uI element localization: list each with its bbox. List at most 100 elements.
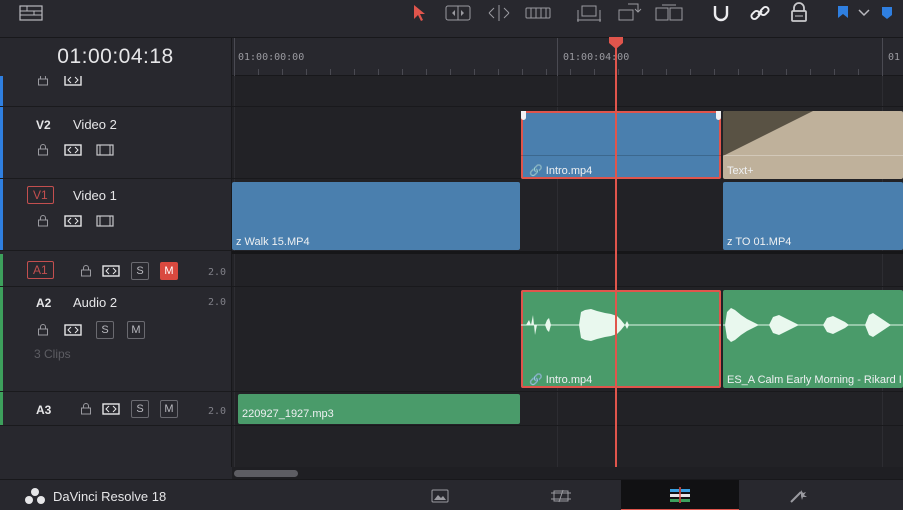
- disable-video-track-icon[interactable]: [96, 142, 114, 158]
- link-icon: 🔗: [529, 374, 543, 386]
- trim-handle-right[interactable]: [716, 111, 721, 120]
- track-header-v2[interactable]: V2 Video 2: [0, 107, 231, 179]
- timecode-display[interactable]: 01:00:04:18: [0, 38, 232, 76]
- solo-button[interactable]: S: [96, 321, 114, 339]
- playhead-handle-icon[interactable]: [608, 36, 624, 50]
- track-name[interactable]: Audio 2: [73, 295, 117, 310]
- video-clip-to[interactable]: z TO 01.MP4: [723, 182, 903, 250]
- trim-handle-left[interactable]: [521, 111, 526, 120]
- horizontal-scrollbar[interactable]: [232, 467, 903, 479]
- linked-selection-icon[interactable]: [749, 0, 771, 26]
- mute-button[interactable]: M: [127, 321, 145, 339]
- clip-name: Intro.mp4: [545, 374, 593, 386]
- track-color-strip: [0, 287, 3, 391]
- dynamic-trim-icon[interactable]: [485, 0, 513, 26]
- scroll-corner: [0, 467, 232, 479]
- cut-page-tab[interactable]: [502, 480, 620, 510]
- ruler-minor-tick: [810, 69, 811, 75]
- snapping-icon[interactable]: [710, 0, 732, 26]
- ruler-label: 01:00:04:00: [563, 52, 630, 63]
- overwrite-clip-icon[interactable]: [616, 0, 642, 26]
- replace-clip-icon[interactable]: [654, 0, 684, 26]
- timeline-ruler[interactable]: 01:00:00:00 01:00:04:00 01: [232, 38, 903, 76]
- ruler-minor-tick: [618, 69, 619, 75]
- audio-clip-220927[interactable]: 220927_1927.mp3: [238, 394, 520, 424]
- source-destination-v1[interactable]: V1: [27, 186, 54, 204]
- ruler-minor-tick: [282, 69, 283, 75]
- ruler-minor-tick: [354, 69, 355, 75]
- solo-button[interactable]: S: [131, 262, 149, 280]
- lock-icon[interactable]: [77, 401, 95, 417]
- ruler-minor-tick: [474, 69, 475, 75]
- fusion-page-tab[interactable]: [740, 480, 858, 510]
- lock-icon[interactable]: [77, 263, 95, 279]
- ruler-minor-tick: [642, 69, 643, 75]
- ruler-minor-tick: [306, 69, 307, 75]
- flag-icon[interactable]: [836, 0, 850, 26]
- track-header-a3[interactable]: A3 S M 2.0: [0, 392, 231, 426]
- edit-page-tab[interactable]: [621, 480, 739, 510]
- lock-icon[interactable]: [34, 213, 52, 229]
- fusion-icon: [790, 489, 807, 503]
- title-clip-text[interactable]: Text+: [723, 111, 903, 179]
- track-header-v1[interactable]: V1 Video 1: [0, 179, 231, 251]
- timeline-tracks[interactable]: 🔗 Intro.mp4 Text+ z Walk 15.MP4 z TO 01.…: [232, 76, 903, 467]
- auto-track-select-icon[interactable]: [64, 322, 82, 338]
- timeline-view-icon[interactable]: [18, 0, 44, 26]
- blade-tool-icon[interactable]: [525, 0, 551, 26]
- auto-track-select-icon[interactable]: [64, 142, 82, 158]
- track-headers: V2 Video 2 V1 Video 1 A1 S M 2.0 A2 Audi…: [0, 76, 232, 467]
- lock-icon[interactable]: [34, 322, 52, 338]
- clip-name: Text+: [727, 165, 754, 177]
- clip-name: z Walk 15.MP4: [236, 236, 310, 248]
- clip-name: z TO 01.MP4: [727, 236, 792, 248]
- ruler-minor-tick: [498, 69, 499, 75]
- track-color-strip: [0, 76, 3, 106]
- trim-tool-icon[interactable]: [444, 0, 472, 26]
- scrollbar-thumb[interactable]: [234, 470, 298, 477]
- mute-button[interactable]: M: [160, 400, 178, 418]
- playhead-line[interactable]: [615, 38, 617, 467]
- auto-track-select-icon[interactable]: [102, 263, 120, 279]
- insert-clip-icon[interactable]: [575, 0, 603, 26]
- track-name[interactable]: Video 2: [73, 117, 117, 132]
- mute-button[interactable]: M: [160, 262, 178, 280]
- media-page-tab[interactable]: [381, 480, 499, 510]
- app-name: DaVinci Resolve 18: [53, 489, 167, 504]
- cut-icon: [551, 489, 571, 502]
- timeline-toolbar: [0, 0, 903, 38]
- track-lane-a1[interactable]: [232, 254, 903, 287]
- auto-track-select-icon[interactable]: [64, 76, 82, 88]
- track-id: A3: [36, 403, 52, 417]
- ruler-minor-tick: [882, 69, 883, 75]
- source-destination-a1[interactable]: A1: [27, 261, 54, 279]
- track-color-strip: [0, 107, 3, 178]
- video-clip-intro[interactable]: 🔗 Intro.mp4: [521, 111, 721, 179]
- ruler-minor-tick: [714, 69, 715, 75]
- ruler-minor-tick: [690, 69, 691, 75]
- ruler-minor-tick: [738, 69, 739, 75]
- track-header-a2[interactable]: A2 Audio 2 2.0 S M 3 Clips: [0, 287, 231, 392]
- track-header-a1[interactable]: A1 S M 2.0: [0, 254, 231, 287]
- track-lane-v3[interactable]: [232, 76, 903, 107]
- ruler-minor-tick: [378, 69, 379, 75]
- clip-name: Intro.mp4: [545, 165, 593, 177]
- position-lock-icon[interactable]: [788, 0, 810, 26]
- video-clip-walk[interactable]: z Walk 15.MP4: [232, 182, 520, 250]
- clips-count: 3 Clips: [34, 347, 71, 361]
- page-navigation-bar: DaVinci Resolve 18: [0, 479, 903, 510]
- selection-tool-icon[interactable]: [410, 0, 428, 26]
- auto-track-select-icon[interactable]: [102, 401, 120, 417]
- lock-icon[interactable]: [34, 76, 52, 88]
- clip-divider: [723, 155, 903, 156]
- solo-button[interactable]: S: [131, 400, 149, 418]
- marker-icon[interactable]: [880, 0, 894, 26]
- flag-dropdown-icon[interactable]: [857, 0, 871, 26]
- auto-track-select-icon[interactable]: [64, 213, 82, 229]
- audio-clip-intro[interactable]: 🔗 Intro.mp4: [521, 290, 721, 388]
- lock-icon[interactable]: [34, 142, 52, 158]
- track-name[interactable]: Video 1: [73, 188, 117, 203]
- audio-clip-calm-morning[interactable]: ES_A Calm Early Morning - Rikard I: [723, 290, 903, 388]
- disable-video-track-icon[interactable]: [96, 213, 114, 229]
- davinci-logo-icon: [24, 487, 46, 510]
